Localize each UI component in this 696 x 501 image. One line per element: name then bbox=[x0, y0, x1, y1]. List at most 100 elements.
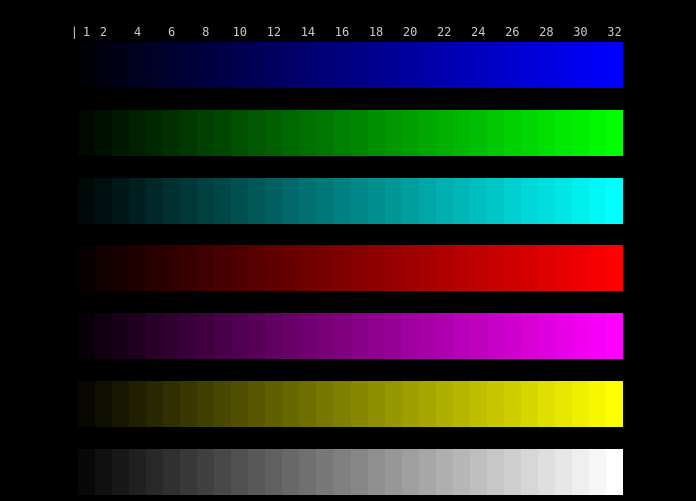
ramp-cell bbox=[520, 245, 538, 292]
ramp-cell bbox=[78, 109, 96, 156]
ramp-cell bbox=[520, 381, 538, 428]
ramp-cell bbox=[588, 313, 606, 360]
ramp-cell bbox=[299, 177, 317, 224]
ramp-cell bbox=[95, 381, 113, 428]
ramp-bar-cyan bbox=[78, 177, 623, 224]
ramp-cell bbox=[163, 381, 181, 428]
ramp-cell bbox=[588, 381, 606, 428]
ramp-cell bbox=[231, 381, 249, 428]
ramp-cell bbox=[95, 42, 113, 88]
ramp-cell bbox=[129, 42, 147, 88]
scale-tick-label: 16 bbox=[334, 25, 350, 39]
ramp-cell bbox=[78, 42, 96, 88]
ramp-cell bbox=[588, 109, 606, 156]
ramp-cell bbox=[554, 313, 572, 360]
ramp-cell bbox=[146, 448, 164, 495]
scale-tick-label: 6 bbox=[168, 25, 176, 39]
ramp-cell bbox=[435, 177, 453, 224]
ramp-cell bbox=[180, 177, 198, 224]
ramp-cell bbox=[112, 448, 130, 495]
ramp-cell bbox=[333, 109, 351, 156]
ramp-cell bbox=[503, 109, 521, 156]
ramp-cell bbox=[129, 177, 147, 224]
color-ramp-bars bbox=[78, 42, 623, 495]
ramp-cell bbox=[112, 177, 130, 224]
ramp-cell bbox=[95, 313, 113, 360]
ramp-cell bbox=[248, 448, 266, 495]
ramp-cell bbox=[180, 313, 198, 360]
ramp-cell bbox=[571, 448, 589, 495]
ramp-cell bbox=[401, 313, 419, 360]
ramp-cell bbox=[384, 109, 402, 156]
scale-tick-label: 10 bbox=[232, 25, 248, 39]
ramp-cell bbox=[401, 381, 419, 428]
ramp-cell bbox=[163, 313, 181, 360]
ramp-cell bbox=[537, 381, 555, 428]
ramp-cell bbox=[520, 448, 538, 495]
scale-tick-label: 22 bbox=[436, 25, 452, 39]
ramp-cell bbox=[435, 245, 453, 292]
ramp-cell bbox=[418, 381, 436, 428]
ramp-cell bbox=[180, 245, 198, 292]
ramp-cell bbox=[605, 109, 623, 156]
ramp-cell bbox=[435, 448, 453, 495]
scale-tick-label: 14 bbox=[300, 25, 316, 39]
ramp-cell bbox=[316, 245, 334, 292]
ramp-bar-green bbox=[78, 109, 623, 156]
ramp-cell bbox=[571, 109, 589, 156]
color-gradient-test-pattern: | 1 2 4 6 8 10 12 14 16 18 20 22 24 26 28 30 32 bbox=[0, 0, 696, 501]
ramp-cell bbox=[401, 448, 419, 495]
ramp-cell bbox=[418, 177, 436, 224]
ramp-cell bbox=[605, 177, 623, 224]
ramp-cell bbox=[282, 448, 300, 495]
scale-tick-label: 4 bbox=[133, 25, 142, 39]
ramp-cell bbox=[95, 177, 113, 224]
ramp-cell bbox=[435, 381, 453, 428]
ramp-cell bbox=[214, 177, 232, 224]
ramp-cell bbox=[418, 109, 436, 156]
ramp-cell bbox=[214, 109, 232, 156]
ramp-cell bbox=[214, 313, 232, 360]
ramp-cell bbox=[214, 245, 232, 292]
ramp-cell bbox=[401, 109, 419, 156]
ramp-cell bbox=[265, 177, 283, 224]
ramp-cell bbox=[248, 381, 266, 428]
ramp-cell bbox=[486, 313, 504, 360]
ramp-cell bbox=[384, 177, 402, 224]
ramp-cell bbox=[214, 448, 232, 495]
ramp-cell bbox=[503, 245, 521, 292]
ramp-cell bbox=[231, 42, 249, 88]
ramp-cell bbox=[231, 448, 249, 495]
ramp-cell bbox=[384, 381, 402, 428]
ramp-cell bbox=[571, 381, 589, 428]
ramp-cell bbox=[163, 42, 181, 88]
ramp-cell bbox=[503, 177, 521, 224]
ramp-cell bbox=[469, 109, 487, 156]
ramp-cell bbox=[282, 381, 300, 428]
scale-tick-label: 8 bbox=[202, 25, 210, 39]
ramp-cell bbox=[554, 42, 572, 88]
ramp-cell bbox=[265, 109, 283, 156]
ramp-cell bbox=[384, 245, 402, 292]
ramp-cell bbox=[299, 42, 317, 88]
ramp-cell bbox=[163, 245, 181, 292]
ramp-cell bbox=[605, 245, 623, 292]
ramp-cell bbox=[282, 42, 300, 88]
ramp-cell bbox=[248, 42, 266, 88]
ramp-cell bbox=[418, 42, 436, 88]
ramp-cell bbox=[316, 381, 334, 428]
ramp-bar-blue bbox=[78, 42, 623, 88]
scale-tick-label: 26 bbox=[505, 25, 520, 39]
scale-tick-label: 24 bbox=[471, 25, 486, 39]
ramp-cell bbox=[367, 313, 385, 360]
ramp-cell bbox=[265, 42, 283, 88]
scale-tick-label: 20 bbox=[402, 25, 418, 39]
ramp-cell bbox=[384, 313, 402, 360]
ramp-cell bbox=[537, 313, 555, 360]
ramp-cell bbox=[503, 381, 521, 428]
scale-origin-mark: | bbox=[70, 25, 78, 39]
ramp-cell bbox=[486, 42, 504, 88]
ramp-cell bbox=[333, 313, 351, 360]
ramp-cell bbox=[435, 313, 453, 360]
ramp-cell bbox=[197, 42, 215, 88]
